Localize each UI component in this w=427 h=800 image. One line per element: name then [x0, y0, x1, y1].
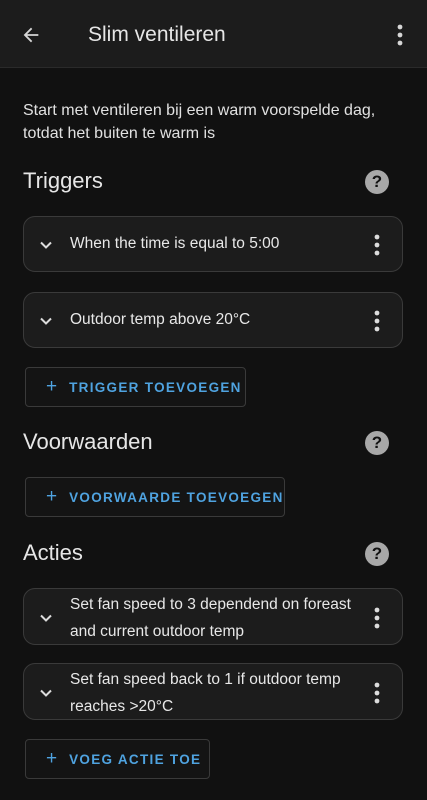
help-icon[interactable]: ? [365, 170, 389, 194]
more-vertical-icon[interactable] [374, 234, 380, 256]
action-card-1[interactable]: Set fan speed to 3 dependend on foreast … [23, 588, 403, 645]
plus-icon: + [46, 486, 58, 507]
trigger-card-1[interactable]: When the time is equal to 5:00 [23, 216, 403, 272]
page-title: Slim ventileren [88, 23, 226, 46]
action-card-2[interactable]: Set fan speed back to 1 if outdoor temp … [23, 663, 403, 720]
section-title-triggers: Triggers [23, 168, 103, 193]
arrow-left-icon [23, 27, 39, 43]
back-button[interactable] [18, 22, 44, 48]
chevron-down-icon [40, 317, 52, 325]
app-bar: Slim ventileren [0, 0, 427, 68]
more-vertical-icon[interactable] [374, 682, 380, 704]
add-condition-button[interactable]: + VOORWAARDE TOEVOEGEN [25, 477, 285, 517]
help-icon[interactable]: ? [365, 542, 389, 566]
section-title-conditions: Voorwaarden [23, 429, 153, 454]
action-label: Set fan speed to 3 dependend on foreast … [70, 596, 351, 640]
add-condition-label: VOORWAARDE TOEVOEGEN [69, 489, 284, 505]
action-label: Set fan speed back to 1 if outdoor temp … [70, 671, 341, 715]
more-vertical-icon[interactable] [374, 310, 380, 332]
add-trigger-label: TRIGGER TOEVOEGEN [69, 379, 242, 395]
chevron-down-icon [40, 689, 52, 697]
more-menu-button[interactable] [391, 22, 409, 48]
add-action-label: VOEG ACTIE TOE [69, 751, 202, 767]
plus-icon: + [46, 376, 58, 397]
trigger-label: When the time is equal to 5:00 [70, 235, 280, 252]
chevron-down-icon [40, 614, 52, 622]
automation-description: Start met ventileren bij een warm voorsp… [23, 102, 376, 142]
help-icon[interactable]: ? [365, 431, 389, 455]
trigger-label: Outdoor temp above 20°C [70, 311, 251, 328]
add-action-button[interactable]: + VOEG ACTIE TOE [25, 739, 210, 779]
more-vertical-icon [397, 24, 403, 46]
more-vertical-icon[interactable] [374, 607, 380, 629]
plus-icon: + [46, 748, 58, 769]
add-trigger-button[interactable]: + TRIGGER TOEVOEGEN [25, 367, 246, 407]
section-title-actions: Acties [23, 540, 83, 565]
trigger-card-2[interactable]: Outdoor temp above 20°C [23, 292, 403, 348]
chevron-down-icon [40, 241, 52, 249]
